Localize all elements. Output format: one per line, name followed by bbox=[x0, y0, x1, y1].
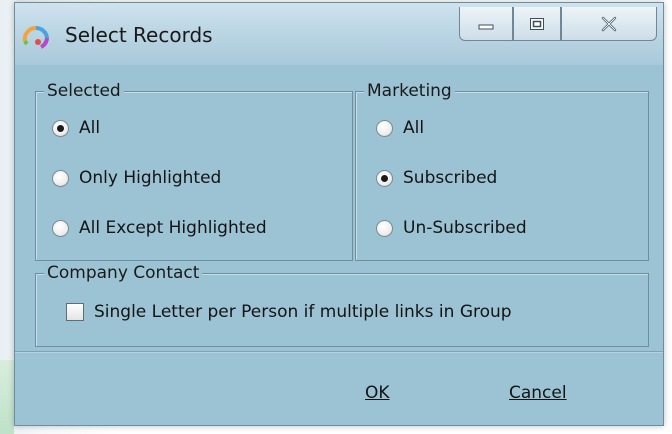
minimize-icon bbox=[478, 24, 494, 29]
only-highlighted-radio[interactable] bbox=[52, 169, 69, 187]
cancel-button[interactable]: Cancel bbox=[509, 383, 567, 403]
unsubscribed-label: Un-Subscribed bbox=[403, 218, 527, 238]
marketing-legend: Marketing bbox=[364, 80, 455, 102]
window-title: Select Records bbox=[65, 23, 213, 47]
select-records-dialog: Select Records Selected All Only Highlig… bbox=[14, 2, 664, 426]
only-highlighted-label: Only Highlighted bbox=[79, 168, 222, 188]
single-letter-option[interactable]: Single Letter per Person if multiple lin… bbox=[66, 302, 512, 322]
all-except-highlighted-radio[interactable] bbox=[52, 219, 69, 237]
company-contact-legend: Company Contact bbox=[44, 262, 203, 284]
subscribed-option[interactable]: Subscribed bbox=[376, 168, 497, 188]
only-highlighted-option[interactable]: Only Highlighted bbox=[52, 168, 221, 188]
single-letter-label: Single Letter per Person if multiple lin… bbox=[94, 302, 512, 322]
minimize-button[interactable] bbox=[459, 7, 513, 41]
button-area-divider bbox=[15, 351, 663, 353]
selected-all-radio[interactable] bbox=[52, 119, 69, 137]
marketing-groupbox: Marketing All Subscribed Un-Subscribed bbox=[355, 80, 649, 261]
unsubscribed-radio[interactable] bbox=[376, 219, 393, 237]
selected-legend: Selected bbox=[44, 80, 124, 102]
subscribed-label: Subscribed bbox=[403, 168, 498, 188]
selected-groupbox: Selected All Only Highlighted All Except… bbox=[35, 80, 353, 261]
app-logo-icon bbox=[21, 23, 51, 49]
close-button[interactable] bbox=[561, 7, 657, 41]
selected-all-label: All bbox=[79, 118, 101, 138]
all-except-highlighted-label: All Except Highlighted bbox=[79, 218, 267, 238]
dialog-client-area: Selected All Only Highlighted All Except… bbox=[15, 65, 663, 425]
single-letter-checkbox[interactable] bbox=[66, 303, 84, 321]
subscribed-radio[interactable] bbox=[376, 169, 393, 187]
close-icon bbox=[601, 16, 617, 31]
title-bar: Select Records bbox=[15, 3, 663, 65]
all-except-highlighted-option[interactable]: All Except Highlighted bbox=[52, 218, 267, 238]
marketing-all-label: All bbox=[403, 118, 425, 138]
maximize-button[interactable] bbox=[513, 7, 561, 41]
ok-button[interactable]: OK bbox=[365, 383, 390, 403]
company-contact-groupbox: Company Contact Single Letter per Person… bbox=[35, 262, 649, 347]
maximize-icon bbox=[530, 17, 544, 30]
selected-all-option[interactable]: All bbox=[52, 118, 100, 138]
background-window-edge bbox=[0, 360, 14, 434]
marketing-all-option[interactable]: All bbox=[376, 118, 424, 138]
marketing-all-radio[interactable] bbox=[376, 119, 393, 137]
unsubscribed-option[interactable]: Un-Subscribed bbox=[376, 218, 527, 238]
